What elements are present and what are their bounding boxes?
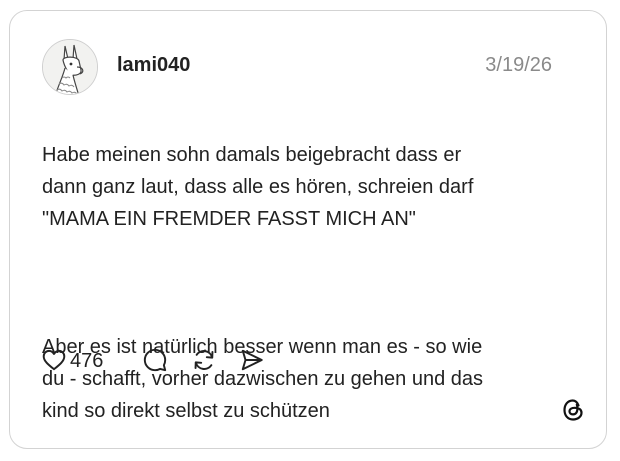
avatar[interactable] — [42, 39, 98, 95]
post-text: Habe meinen sohn damals beigebracht dass… — [42, 107, 582, 459]
username[interactable]: lami040 — [117, 53, 190, 77]
post-card: lami040 3/19/26 Habe meinen sohn damals … — [9, 10, 607, 449]
post-paragraph-2: Aber es ist natürlich besser wenn man es… — [42, 336, 484, 422]
post-date: 3/19/26 — [485, 54, 552, 76]
like-count: 476 — [70, 350, 104, 372]
llama-avatar-icon — [43, 40, 97, 94]
post-paragraph-1: Habe meinen sohn damals beigebracht dass… — [42, 144, 474, 230]
share-icon[interactable] — [239, 347, 265, 373]
comment-icon[interactable] — [142, 347, 168, 373]
threads-logo-icon — [563, 399, 583, 421]
heart-icon[interactable] — [41, 347, 67, 373]
repost-icon[interactable] — [191, 347, 217, 373]
